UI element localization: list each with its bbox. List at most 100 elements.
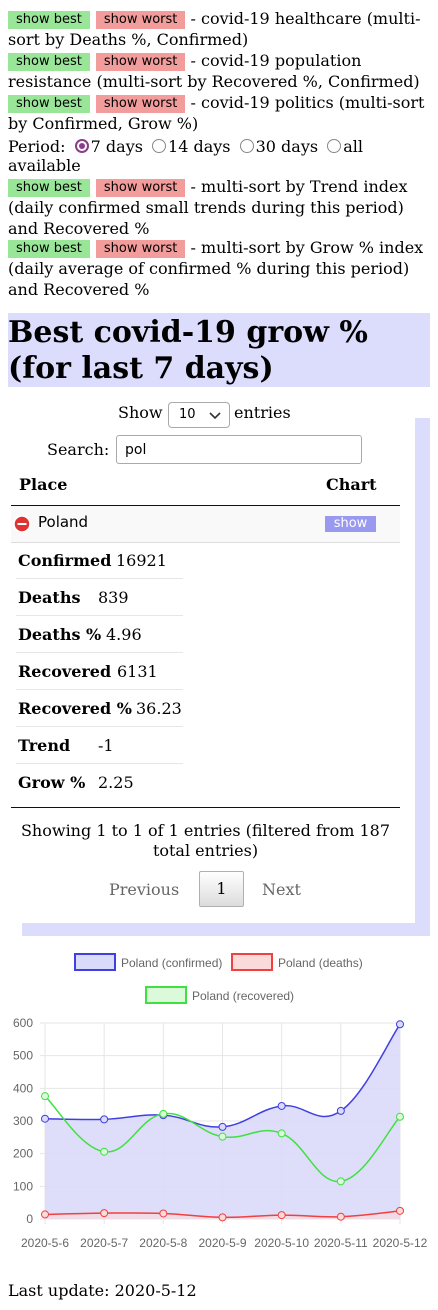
- show-worst-button[interactable]: show worst: [95, 95, 186, 113]
- period-selector: Period: 7 days 14 days 30 days all avail…: [8, 137, 428, 175]
- show-best-button[interactable]: show best: [8, 95, 90, 113]
- detail-label: Recovered %: [18, 699, 132, 718]
- column-header-chart[interactable]: Chart: [326, 475, 377, 496]
- legend-label: Poland (recovered): [192, 989, 294, 1003]
- data-point: [41, 1092, 49, 1101]
- detail-value: 2.25: [98, 773, 134, 792]
- data-point: [100, 1147, 109, 1156]
- show-best-button[interactable]: show best: [8, 179, 90, 197]
- legend-swatch: [231, 953, 273, 971]
- radio-14-days[interactable]: [152, 139, 167, 153]
- show-worst-button[interactable]: show worst: [95, 11, 186, 29]
- detail-label: Recovered: [18, 662, 112, 681]
- data-point: [336, 1212, 345, 1221]
- table-info: Showing 1 to 1 of 1 entries (filtered fr…: [20, 821, 391, 860]
- collapse-icon[interactable]: [13, 515, 31, 533]
- data-point: [277, 1101, 286, 1110]
- detail-value: -1: [98, 736, 114, 755]
- page-title: Best covid-19 grow % (for last 7 days): [8, 313, 430, 387]
- search-input[interactable]: [116, 435, 362, 464]
- healthcare-row: show best show worst - covid-19 healthcar…: [8, 8, 428, 50]
- detail-divider: [16, 615, 183, 616]
- data-point: [100, 1209, 109, 1218]
- period-option-label: 30 days: [255, 137, 319, 156]
- x-tick-label: 2020-5-7: [80, 1236, 128, 1250]
- data-table-panel: Show 10 entries Search: Place Chart Pola…: [8, 397, 415, 923]
- y-tick-label: 400: [13, 1081, 33, 1095]
- data-point: [218, 1213, 227, 1222]
- entries-label: entries: [234, 403, 291, 422]
- radio-30-days[interactable]: [239, 139, 254, 153]
- legend-swatch: [74, 953, 116, 971]
- detail-divider: [16, 726, 183, 727]
- show-best-button[interactable]: show best: [8, 11, 90, 29]
- table-row: Poland show: [11, 506, 400, 543]
- page-size-value: 10: [179, 407, 196, 422]
- table-bottom-divider: [11, 807, 400, 808]
- chart: Poland (confirmed) Poland (deaths) Poland …: [13, 953, 428, 1250]
- x-tick-label: 2020-5-6: [21, 1236, 69, 1250]
- place-name: Poland: [38, 513, 89, 531]
- next-button[interactable]: Next: [262, 880, 301, 901]
- detail-label: Confirmed: [18, 551, 112, 570]
- data-point: [396, 1020, 404, 1029]
- show-label: Show: [118, 403, 163, 422]
- y-tick-label: 600: [13, 1016, 33, 1030]
- detail-divider: [16, 578, 183, 579]
- population-row: show best show worst - covid-19 populatio…: [8, 50, 428, 92]
- data-point: [159, 1109, 168, 1118]
- detail-value: 6131: [117, 662, 158, 681]
- data-point: [218, 1122, 227, 1131]
- detail-value: 4.96: [106, 625, 142, 644]
- y-tick-label: 200: [13, 1147, 33, 1161]
- data-point: [336, 1106, 345, 1115]
- show-best-button[interactable]: show best: [8, 53, 90, 71]
- page-size-select[interactable]: 10: [168, 402, 230, 428]
- y-tick-label: 100: [13, 1179, 33, 1193]
- previous-button[interactable]: Previous: [109, 880, 179, 901]
- trend-row: show best show worst - multi-sort by Tren…: [8, 176, 428, 239]
- detail-value: 36.23: [136, 699, 182, 718]
- page-1-button[interactable]: 1: [199, 871, 244, 907]
- period-label: Period:: [8, 137, 66, 156]
- data-point: [396, 1112, 404, 1121]
- legend-swatch: [145, 986, 187, 1004]
- detail-value: 839: [98, 588, 129, 607]
- data-point: [100, 1115, 109, 1124]
- chart-show-button[interactable]: show: [325, 516, 376, 532]
- x-tick-label: 2020-5-10: [254, 1236, 309, 1250]
- data-point: [41, 1210, 49, 1219]
- y-tick-label: 0: [26, 1212, 33, 1226]
- period-option-label: 14 days: [168, 137, 231, 156]
- detail-divider: [16, 689, 183, 690]
- data-point: [277, 1129, 286, 1138]
- politics-row: show best show worst - covid-19 politics …: [8, 92, 428, 134]
- data-point: [218, 1132, 227, 1141]
- detail-divider: [16, 652, 183, 653]
- y-tick-label: 500: [13, 1049, 33, 1063]
- detail-label: Deaths %: [18, 625, 102, 644]
- radio-7-days[interactable]: [74, 139, 89, 153]
- x-tick-label: 2020-5-9: [198, 1236, 246, 1250]
- period-option-label: 7 days: [90, 137, 143, 156]
- search-label: Search:: [47, 440, 110, 459]
- detail-label: Trend: [18, 736, 71, 755]
- detail-divider: [16, 763, 183, 764]
- legend-label: Poland (confirmed): [121, 956, 222, 970]
- data-point: [396, 1206, 404, 1215]
- x-tick-label: 2020-5-8: [139, 1236, 187, 1250]
- show-worst-button[interactable]: show worst: [95, 240, 186, 258]
- detail-label: Grow %: [18, 773, 86, 792]
- data-point: [41, 1114, 49, 1123]
- show-best-button[interactable]: show best: [8, 240, 90, 258]
- legend-label: Poland (deaths): [278, 956, 363, 970]
- data-point: [159, 1209, 168, 1218]
- show-worst-button[interactable]: show worst: [95, 179, 186, 197]
- radio-all-available[interactable]: [327, 139, 342, 153]
- column-header-place[interactable]: Place: [19, 475, 67, 496]
- detail-value: 16921: [116, 551, 167, 570]
- show-worst-button[interactable]: show worst: [95, 53, 186, 71]
- grow-row: show best show worst - multi-sort by Grow…: [8, 237, 428, 300]
- y-tick-label: 300: [13, 1114, 33, 1128]
- detail-label: Deaths: [18, 588, 81, 607]
